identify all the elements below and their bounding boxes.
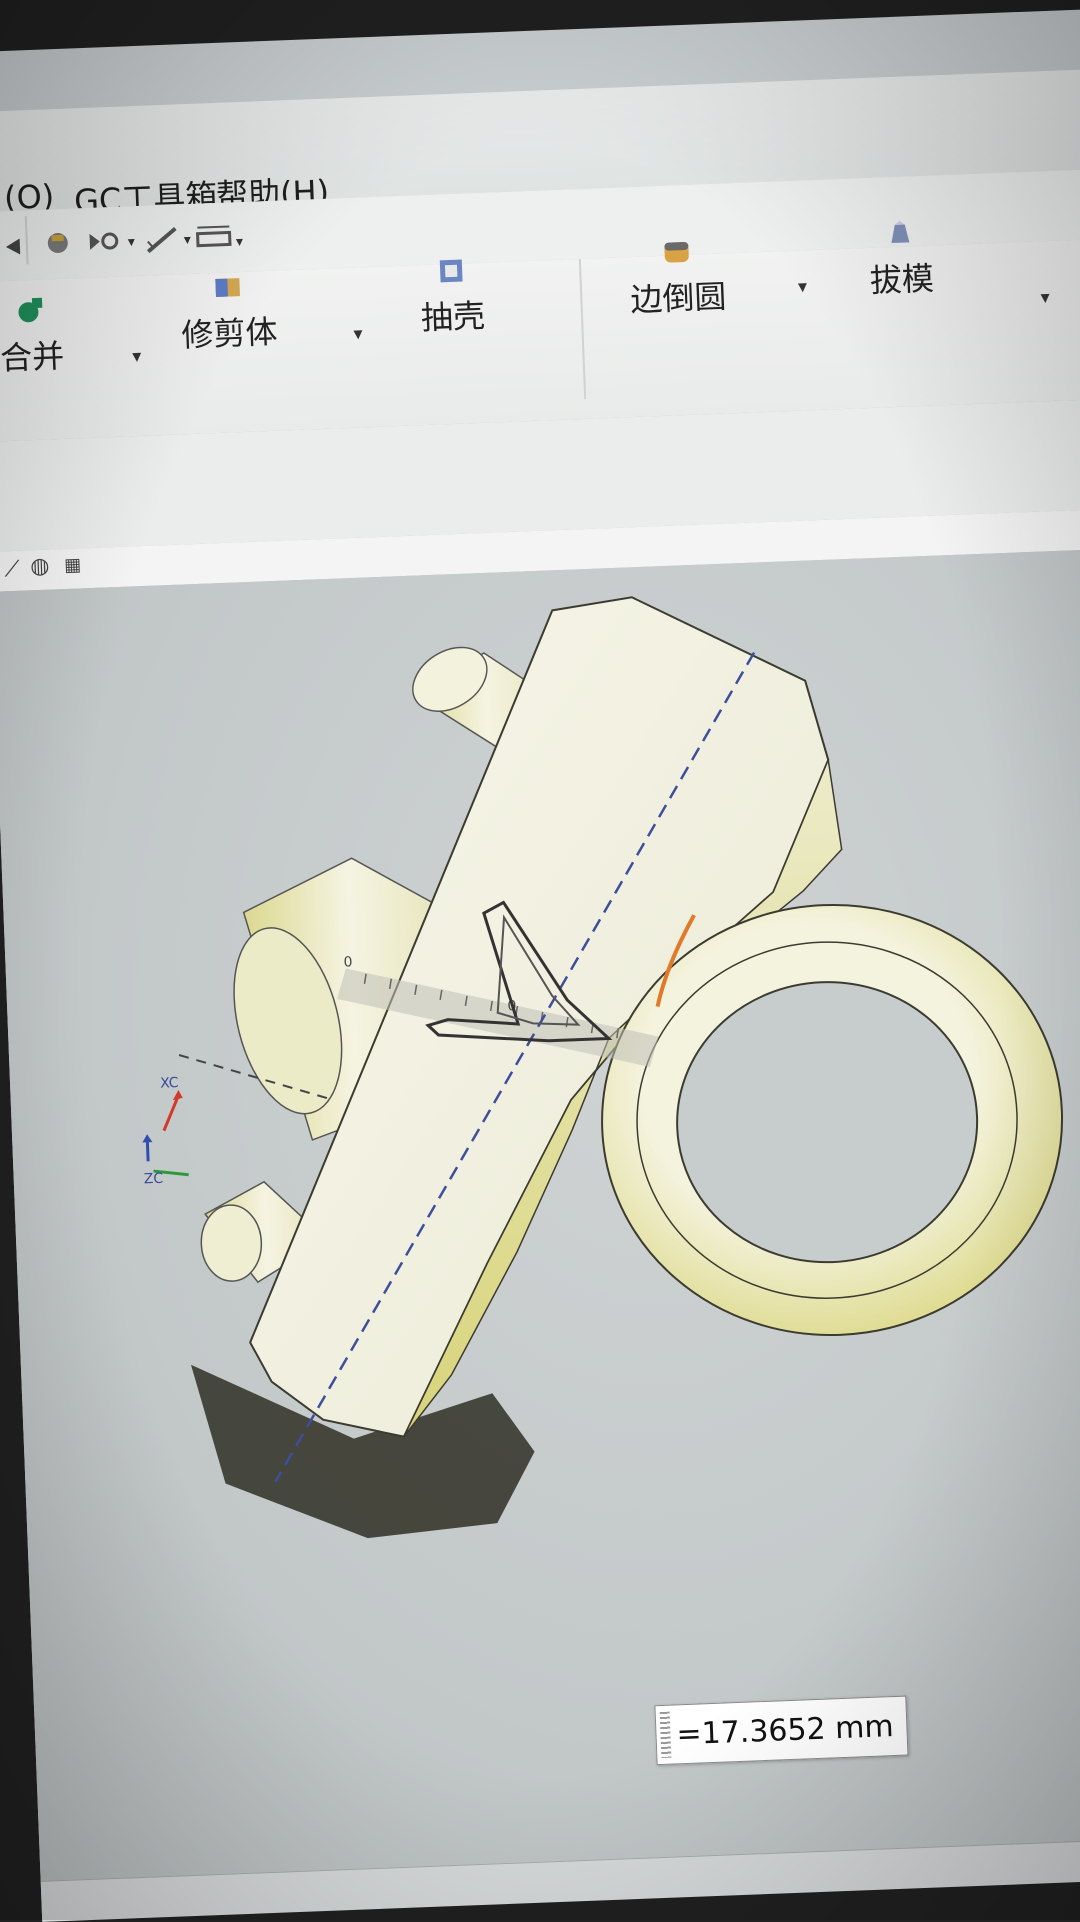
unite-dropdown-caret[interactable]: ▾ <box>132 346 142 367</box>
zc-axis-label: ZC <box>143 1170 164 1188</box>
part-model[interactable]: 0 0 <box>0 547 1080 1881</box>
draft-dropdown-caret[interactable]: ▾ <box>1040 287 1050 308</box>
unite-icon <box>18 297 43 323</box>
unite-label: 合并 <box>0 336 65 378</box>
draft-icon <box>891 220 910 244</box>
measurement-value: =17.3652 mm <box>675 1708 895 1752</box>
ribbon-separator <box>578 258 587 399</box>
shell-icon <box>439 259 463 283</box>
svg-text:▾: ▾ <box>128 234 136 250</box>
draft-label: 拔模 <box>869 259 935 300</box>
edge-blend-dropdown-caret[interactable]: ▾ <box>798 276 808 297</box>
shell-label: 抽壳 <box>420 296 486 338</box>
shell-button[interactable]: 抽壳 <box>419 255 486 339</box>
edge-blend-icon <box>664 242 689 263</box>
svg-text:▾: ▾ <box>183 232 191 248</box>
show-hide-icon[interactable] <box>89 232 119 250</box>
trim-body-icon <box>215 278 240 298</box>
csys-triad <box>142 1090 189 1177</box>
trim-body-label: 修剪体 <box>180 312 279 355</box>
cad-screen: (O) GC工具箱 帮助(H) ▾ ▾ ▾ 合并 ▾ 修剪体 ▾ 抽壳 边倒圆 … <box>0 7 1080 1922</box>
measure-distance-icon[interactable] <box>146 227 177 254</box>
select-grid-icon[interactable]: ▦ <box>64 554 82 576</box>
quick-toolbar-icons: ▾ ▾ ▾ <box>5 225 244 256</box>
dimension-icon[interactable] <box>196 225 232 248</box>
edge-blend-label: 边倒圆 <box>629 277 728 320</box>
edge-blend-button[interactable]: 边倒圆 <box>628 235 727 321</box>
view-orient-icon[interactable] <box>47 233 68 254</box>
svg-text:▾: ▾ <box>236 234 244 250</box>
unite-button[interactable]: 合并 <box>0 295 65 379</box>
select-view-icon[interactable]: ◍ <box>30 554 50 580</box>
graphics-viewport[interactable]: 0 0 XC ZC =17.3652 mm <box>0 547 1080 1881</box>
select-filter-icon[interactable]: ⟋ <box>4 557 20 583</box>
draft-button[interactable]: 拔模 <box>868 217 935 301</box>
trim-body-button[interactable]: 修剪体 <box>179 271 278 357</box>
measurement-readout: =17.3652 mm <box>654 1695 909 1766</box>
readout-grip-handle[interactable] <box>659 1711 672 1758</box>
snap-icon[interactable] <box>5 238 21 256</box>
xc-axis-label: XC <box>159 1075 179 1092</box>
ruler-zero-label: 0 <box>343 954 353 970</box>
trim-body-dropdown-caret[interactable]: ▾ <box>353 323 363 344</box>
